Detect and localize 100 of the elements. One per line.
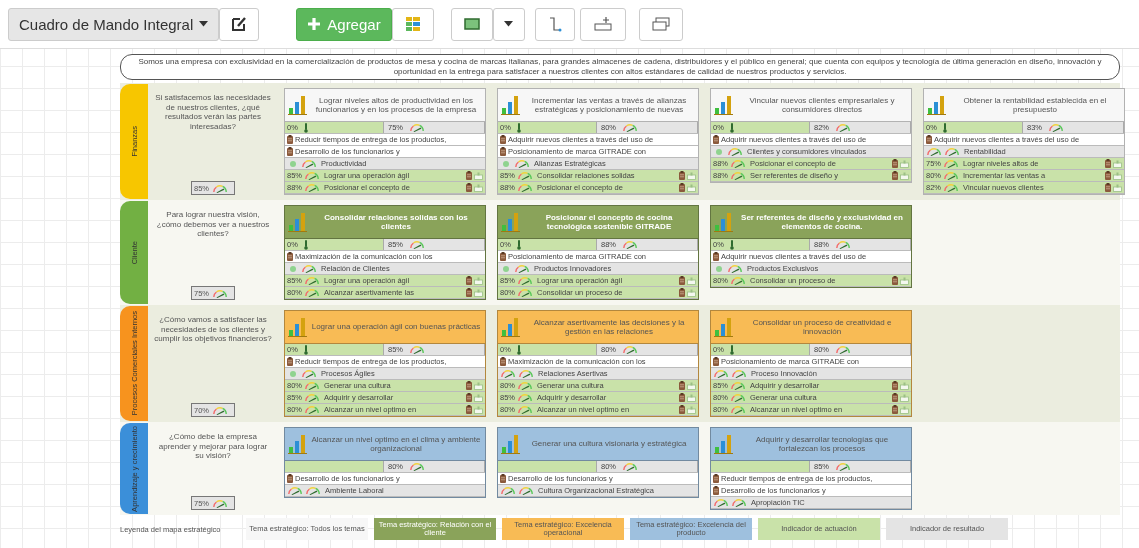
add-row-button[interactable] xyxy=(579,7,626,41)
clipboard-icon xyxy=(713,135,719,144)
tray-icon[interactable] xyxy=(1113,171,1122,180)
bar-chart-icon xyxy=(714,95,734,115)
clipboard-icon xyxy=(500,252,506,261)
clipboard-icon xyxy=(713,252,719,261)
edit-button[interactable] xyxy=(219,7,260,41)
tray-icon[interactable] xyxy=(687,381,696,390)
tray-icon[interactable] xyxy=(687,393,696,402)
add-row-icon xyxy=(593,17,612,31)
clipboard-icon xyxy=(679,276,685,285)
tray-icon[interactable] xyxy=(687,183,696,192)
bar-chart-icon xyxy=(288,95,308,115)
objective-title: Consolidar un proceso de creatividad e innovación xyxy=(751,317,893,337)
tray-icon[interactable] xyxy=(687,288,696,297)
bar-chart-icon xyxy=(927,95,947,115)
gauge-icon xyxy=(943,183,959,192)
tray-icon[interactable] xyxy=(900,159,909,168)
clipboard-icon xyxy=(679,171,685,180)
connector-button[interactable] xyxy=(534,7,575,41)
objective-card[interactable] xyxy=(497,310,699,417)
tray-icon[interactable] xyxy=(1113,159,1122,168)
layout-button[interactable] xyxy=(391,7,434,41)
clipboard-icon xyxy=(287,147,293,156)
objective-card[interactable] xyxy=(923,88,1125,195)
thermometer-icon xyxy=(303,122,308,133)
tray-icon[interactable] xyxy=(474,183,483,192)
gauge-icon xyxy=(301,264,317,273)
gauge-icon xyxy=(730,159,746,168)
caret-icon xyxy=(504,21,514,27)
gauge-icon xyxy=(1048,123,1064,132)
gauge-icon xyxy=(409,123,425,132)
clipboard-icon xyxy=(679,381,685,390)
clipboard-icon xyxy=(679,183,685,192)
tray-icon[interactable] xyxy=(1113,183,1122,192)
gauge-icon xyxy=(304,405,320,414)
tray-icon[interactable] xyxy=(474,288,483,297)
clipboard-icon xyxy=(500,147,506,156)
clipboard-icon xyxy=(466,405,472,414)
list-layout-icon xyxy=(404,16,421,32)
tray-icon[interactable] xyxy=(474,393,483,402)
objective-title: Lograr niveles altos de productividad en los funcionarios y en los procesos de la empresa xyxy=(314,95,478,115)
tray-icon[interactable] xyxy=(687,276,696,285)
objective-card[interactable] xyxy=(284,88,486,195)
bar-chart-icon xyxy=(501,434,521,454)
clipboard-icon xyxy=(287,357,293,366)
tray-icon[interactable] xyxy=(900,393,909,402)
windows-icon xyxy=(651,17,670,31)
clipboard-icon xyxy=(287,474,293,483)
map-selector-dropdown[interactable]: Cuadro de Mando Integral xyxy=(8,7,220,41)
thermometer-icon xyxy=(729,239,734,250)
gauge-icon xyxy=(943,159,959,168)
gauge-icon xyxy=(727,264,743,273)
bar-chart-icon xyxy=(714,212,734,232)
clipboard-icon xyxy=(500,135,506,144)
clipboard-icon xyxy=(892,405,898,414)
tray-icon[interactable] xyxy=(900,171,909,180)
clipboard-icon xyxy=(679,393,685,402)
gauge-icon xyxy=(622,462,638,471)
objective-title: Obtener la rentabilidad establecida en el presupuesto xyxy=(962,95,1108,115)
bar-chart-icon xyxy=(714,434,734,454)
objective-card[interactable] xyxy=(710,88,912,183)
thermometer-icon xyxy=(729,344,734,355)
caret-icon xyxy=(199,21,209,27)
shape-button[interactable] xyxy=(450,7,493,41)
edit-icon xyxy=(231,16,248,32)
window-button[interactable] xyxy=(638,7,683,41)
gauge-icon xyxy=(517,381,533,390)
gauge-icon xyxy=(517,288,533,297)
tray-icon[interactable] xyxy=(474,405,483,414)
gauge-icon xyxy=(301,369,317,378)
clipboard-icon xyxy=(1105,159,1111,168)
tray-icon[interactable] xyxy=(687,405,696,414)
clipboard-icon xyxy=(713,357,719,366)
clipboard-icon xyxy=(287,252,293,261)
clipboard-icon xyxy=(892,171,898,180)
tray-icon[interactable] xyxy=(474,276,483,285)
shape-menu-button[interactable] xyxy=(492,7,525,41)
clipboard-icon xyxy=(500,474,506,483)
clipboard-icon xyxy=(679,405,685,414)
gauge-icon xyxy=(301,159,317,168)
bar-chart-icon xyxy=(501,317,521,337)
tray-icon[interactable] xyxy=(900,276,909,285)
objective-title: Ser referentes de diseño y exclusividad en elementos de cocina. xyxy=(740,212,904,232)
clipboard-icon xyxy=(892,393,898,402)
gauge-icon xyxy=(517,405,533,414)
gauge-icon xyxy=(305,486,321,495)
clipboard-icon xyxy=(466,393,472,402)
tray-icon[interactable] xyxy=(900,381,909,390)
objective-card[interactable] xyxy=(497,88,699,195)
tray-icon[interactable] xyxy=(474,381,483,390)
tray-icon[interactable] xyxy=(900,405,909,414)
thermometer-icon xyxy=(942,122,947,133)
gauge-icon xyxy=(212,288,228,298)
gauge-icon xyxy=(514,159,530,168)
thermometer-icon xyxy=(729,122,734,133)
tray-icon[interactable] xyxy=(687,171,696,180)
gauge-icon xyxy=(835,240,851,249)
tray-icon[interactable] xyxy=(474,171,483,180)
gauge-icon xyxy=(409,345,425,354)
